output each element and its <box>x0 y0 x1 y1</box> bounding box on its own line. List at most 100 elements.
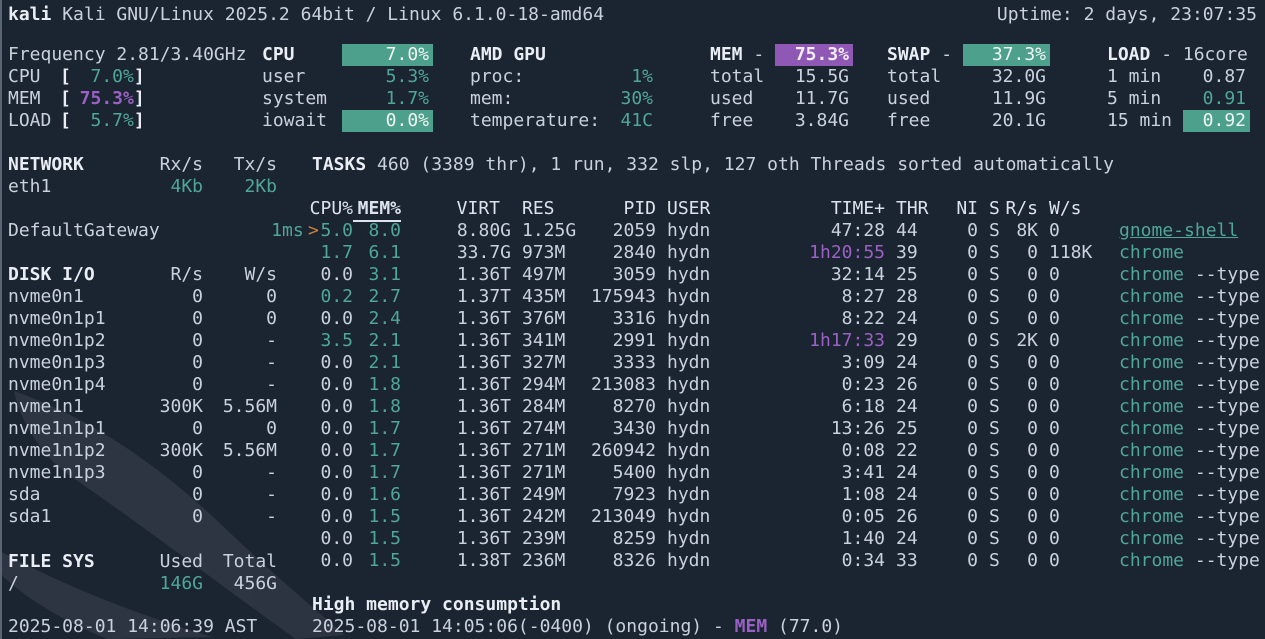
process-row[interactable]: 1.7 6.1 33.7G 973M 2840 hydn 1h20:55 39 … <box>308 242 1265 264</box>
process-nice: 0 <box>921 418 978 440</box>
column-header-virt[interactable]: VIRT <box>401 198 511 222</box>
process-args: --type <box>1184 528 1260 549</box>
process-time: 8:22 <box>800 308 885 330</box>
column-header-mem-sorted[interactable]: MEM% <box>353 198 401 222</box>
process-read-rate: 0 <box>1004 462 1038 484</box>
bracket-open: [ <box>60 110 71 132</box>
process-row[interactable]: 3.5 2.1 1.36T 341M 2991 hydn 1h17:33 29 … <box>308 330 1265 352</box>
process-command-cell: chrome --type <box>1104 264 1265 286</box>
process-row[interactable]: 0.0 1.6 1.36T 249M 7923 hydn 1:08 24 0 S… <box>308 484 1265 506</box>
process-mem: 1.5 <box>353 528 401 550</box>
column-header-s[interactable]: S <box>978 198 1004 222</box>
process-user: hydn <box>656 374 800 396</box>
quicklook-load-value: 5.7% <box>71 110 134 132</box>
process-threads: 39 <box>885 242 921 264</box>
column-header-ni[interactable]: NI <box>921 198 978 222</box>
mem-free-label: free <box>710 110 753 132</box>
process-pid: 3333 <box>586 352 656 374</box>
process-row[interactable]: > 5.0 8.0 8.80G 1.25G 2059 hydn 47:28 44… <box>308 220 1265 242</box>
process-nice: 0 <box>921 528 978 550</box>
process-command: chrome <box>1119 242 1184 263</box>
disk-name: nvme0n1p3 <box>8 352 133 374</box>
process-res: 236M <box>511 550 586 572</box>
process-row[interactable]: 0.0 1.7 1.36T 271M 260942 hydn 0:08 22 0… <box>308 440 1265 462</box>
process-nice: 0 <box>921 242 978 264</box>
process-user: hydn <box>656 440 800 462</box>
disk-read-value: 0 <box>133 418 203 440</box>
column-header-rs[interactable]: R/s <box>1004 198 1038 222</box>
column-header-pid[interactable]: PID <box>586 198 656 222</box>
cpu-system-label: system <box>262 88 327 110</box>
process-row[interactable]: 0.0 1.5 1.38T 236M 8326 hydn 0:34 33 0 S… <box>308 550 1265 572</box>
cpu-system-value: 1.7% <box>386 88 433 110</box>
process-row[interactable]: 0.2 2.7 1.37T 435M 175943 hydn 8:27 28 0… <box>308 286 1265 308</box>
disk-read-value: 0 <box>133 352 203 374</box>
disk-name: nvme1n1p1 <box>8 418 133 440</box>
network-panel: NETWORKRx/sTx/s eth14Kb2Kb DefaultGatewa… <box>8 154 277 242</box>
mem-dash: - <box>743 44 776 66</box>
column-header-ws[interactable]: W/s <box>1038 198 1104 222</box>
interface-tx: 2Kb <box>203 176 277 198</box>
process-command-cell: chrome --type <box>1104 462 1265 484</box>
process-command-cell: gnome-shell <box>1104 220 1265 242</box>
quicklook-mem-label: MEM <box>8 88 60 110</box>
process-res: 284M <box>511 396 586 418</box>
process-row[interactable]: 0.0 1.8 1.36T 284M 8270 hydn 6:18 24 0 S… <box>308 396 1265 418</box>
load-5min-label: 5 min <box>1107 88 1161 110</box>
column-header-thr[interactable]: THR <box>885 198 921 222</box>
process-user: hydn <box>656 418 800 440</box>
process-read-rate: 0 <box>1004 352 1038 374</box>
process-pid: 8270 <box>586 396 656 418</box>
column-header-user[interactable]: USER <box>656 198 800 222</box>
alert-timestamp: 2025-08-01 14:05:06(-0400) (ongoing) - <box>312 616 735 637</box>
process-write-rate: 0 <box>1038 352 1104 374</box>
network-rows: eth14Kb2Kb <box>8 176 277 198</box>
selection-cursor <box>308 484 320 506</box>
process-args: --type <box>1184 308 1260 329</box>
process-virt: 1.36T <box>401 264 511 286</box>
cpu-panel: CPU7.0% user5.3% system1.7% iowait0.0% <box>262 44 433 132</box>
process-row[interactable]: 0.0 1.5 1.36T 242M 213049 hydn 0:05 26 0… <box>308 506 1265 528</box>
process-command: chrome <box>1119 308 1184 329</box>
process-row[interactable]: 0.0 2.4 1.36T 376M 3316 hydn 8:22 24 0 S… <box>308 308 1265 330</box>
process-row[interactable]: 0.0 3.1 1.36T 497M 3059 hydn 32:14 25 0 … <box>308 264 1265 286</box>
process-read-rate: 0 <box>1004 374 1038 396</box>
process-cpu: 3.5 <box>320 330 353 352</box>
process-nice: 0 <box>921 330 978 352</box>
process-user: hydn <box>656 330 800 352</box>
process-command: chrome <box>1119 484 1184 505</box>
disk-row: nvme1n1p2300K5.56M <box>8 440 277 462</box>
disk-write-value: 5.56M <box>203 440 277 462</box>
process-mem: 1.5 <box>353 506 401 528</box>
process-row[interactable]: 0.0 1.8 1.36T 294M 213083 hydn 0:23 26 0… <box>308 374 1265 396</box>
process-row[interactable]: 0.0 1.7 1.36T 271M 5400 hydn 3:41 24 0 S… <box>308 462 1265 484</box>
disk-write-value: 0 <box>203 286 277 308</box>
process-command: chrome <box>1119 506 1184 527</box>
disk-write-header: W/s <box>203 264 277 286</box>
disk-row: nvme1n1p100 <box>8 418 277 440</box>
gpu-mem-label: mem: <box>470 88 513 110</box>
process-time: 0:23 <box>800 374 885 396</box>
process-row[interactable]: 0.0 2.1 1.36T 327M 3333 hydn 3:09 24 0 S… <box>308 352 1265 374</box>
process-nice: 0 <box>921 308 978 330</box>
process-row[interactable]: 0.0 1.5 1.36T 239M 8259 hydn 1:40 24 0 S… <box>308 528 1265 550</box>
disk-title: DISK I/O <box>8 264 133 286</box>
cpu-frequency: Frequency 2.81/3.40GHz <box>8 44 258 66</box>
disk-row: nvme0n100 <box>8 286 277 308</box>
process-command-cell: chrome --type <box>1104 352 1265 374</box>
process-mem: 1.8 <box>353 374 401 396</box>
process-row[interactable]: 0.0 1.7 1.36T 274M 3430 hydn 13:26 25 0 … <box>308 418 1265 440</box>
process-res: 341M <box>511 330 586 352</box>
column-header-time[interactable]: TIME+ <box>800 198 885 222</box>
process-cpu: 0.0 <box>320 506 353 528</box>
process-read-rate: 0 <box>1004 286 1038 308</box>
filesystem-rows: /146G456G <box>8 573 277 595</box>
process-state: S <box>978 264 1004 286</box>
column-header-res[interactable]: RES <box>511 198 586 222</box>
process-res: 274M <box>511 418 586 440</box>
process-state: S <box>978 440 1004 462</box>
column-header-cpu[interactable]: CPU% <box>308 198 353 222</box>
process-pid: 213049 <box>586 506 656 528</box>
load-1min-label: 1 min <box>1107 66 1161 88</box>
process-virt: 1.36T <box>401 352 511 374</box>
